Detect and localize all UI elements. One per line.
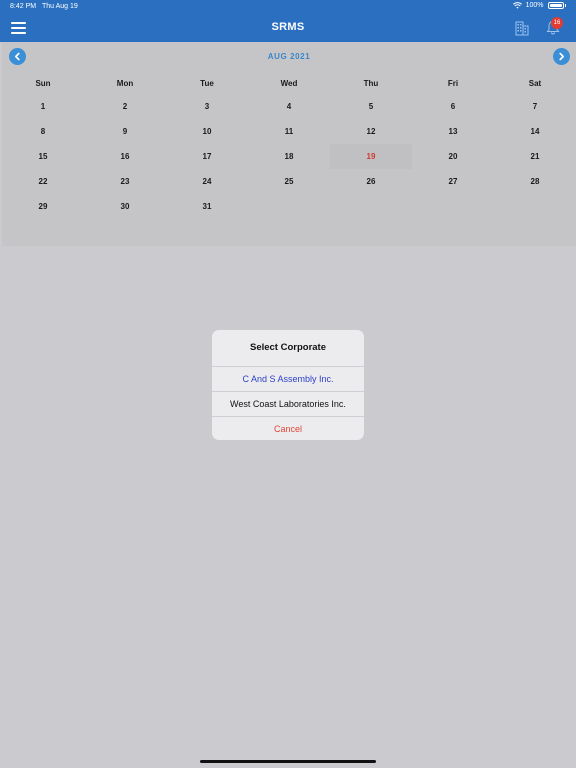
option-west-coast-laboratories[interactable]: West Coast Laboratories Inc.: [212, 392, 364, 417]
calendar-day[interactable]: 26: [330, 169, 412, 194]
calendar-empty-cell: [330, 194, 412, 219]
calendar-day[interactable]: 1: [2, 94, 84, 119]
next-month-button[interactable]: [553, 48, 570, 65]
status-time: 8:42 PM: [10, 3, 37, 10]
app-title: SRMS: [271, 21, 305, 33]
calendar-day[interactable]: 31: [166, 194, 248, 219]
calendar-day[interactable]: 7: [494, 94, 576, 119]
building-icon[interactable]: [515, 19, 529, 36]
home-indicator: [200, 760, 376, 763]
calendar-empty-cell: [412, 194, 494, 219]
calendar-day[interactable]: 9: [84, 119, 166, 144]
calendar-day[interactable]: 27: [412, 169, 494, 194]
battery-tip: [564, 4, 566, 7]
calendar-day[interactable]: 17: [166, 144, 248, 169]
calendar-day[interactable]: 29: [2, 194, 84, 219]
nav-bar: SRMS 16: [0, 14, 576, 42]
calendar-day[interactable]: 2: [84, 94, 166, 119]
calendar-day[interactable]: 20: [412, 144, 494, 169]
status-bar: 8:42 PM Thu Aug 19 100%: [0, 0, 576, 14]
calendar-day[interactable]: 23: [84, 169, 166, 194]
calendar-day[interactable]: 3: [166, 94, 248, 119]
select-corporate-dialog: Select Corporate C And S Assembly Inc. W…: [212, 330, 364, 440]
status-date: Thu Aug 19: [42, 3, 78, 10]
weekday-label: Tue: [200, 79, 214, 88]
calendar-day[interactable]: 25: [248, 169, 330, 194]
weekday-label: Mon: [116, 79, 134, 88]
calendar-header: AUG 2021: [2, 42, 576, 70]
weekday-label: Thu: [363, 79, 379, 88]
calendar-day[interactable]: 21: [494, 144, 576, 169]
calendar-day[interactable]: 6: [412, 94, 494, 119]
chevron-right-icon: [559, 52, 564, 61]
weekday-label: Fri: [447, 79, 459, 88]
calendar-day[interactable]: 16: [84, 144, 166, 169]
month-label: AUG 2021: [267, 52, 311, 61]
calendar-day[interactable]: 30: [84, 194, 166, 219]
weekday-label: Wed: [280, 79, 298, 88]
calendar-day[interactable]: 28: [494, 169, 576, 194]
calendar-day[interactable]: 15: [2, 144, 84, 169]
battery-percent: 100%: [525, 2, 544, 9]
weekday-label: Sun: [35, 79, 51, 88]
calendar-day[interactable]: 22: [2, 169, 84, 194]
calendar-day[interactable]: 13: [412, 119, 494, 144]
calendar-day[interactable]: 5: [330, 94, 412, 119]
cancel-button[interactable]: Cancel: [212, 417, 364, 440]
calendar-day[interactable]: 4: [248, 94, 330, 119]
calendar-day[interactable]: 11: [248, 119, 330, 144]
calendar-day[interactable]: 8: [2, 119, 84, 144]
calendar-grid: Sun Mon Tue Wed Thu Fri Sat 1 2 3 4 5 6 7 8 9 10 11 12 13 14…: [2, 74, 576, 219]
status-right: 100%: [512, 2, 566, 9]
calendar-day[interactable]: 10: [166, 119, 248, 144]
calendar-empty-cell: [494, 194, 576, 219]
dialog-title: Select Corporate: [212, 330, 364, 367]
notification-badge: 16: [551, 17, 563, 29]
calendar-day[interactable]: 18: [248, 144, 330, 169]
wifi-icon: [512, 2, 522, 9]
battery-icon: [547, 2, 564, 9]
calendar-day[interactable]: 12: [330, 119, 412, 144]
weekday-label: Sat: [528, 79, 542, 88]
calendar-day[interactable]: 24: [166, 169, 248, 194]
calendar: AUG 2021 Sun Mon Tue Wed Thu Fri Sat 1 2 3 4 5 6 7 8 9 1…: [2, 42, 576, 246]
calendar-day-today[interactable]: 19: [330, 144, 412, 169]
calendar-empty-cell: [248, 194, 330, 219]
calendar-day[interactable]: 14: [494, 119, 576, 144]
option-c-and-s-assembly[interactable]: C And S Assembly Inc.: [212, 367, 364, 392]
